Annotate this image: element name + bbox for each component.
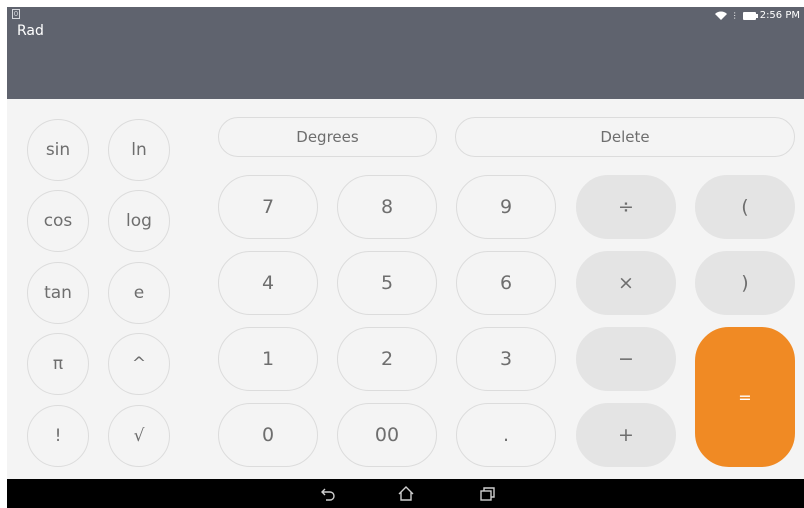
digit-3-button[interactable]: 3	[456, 327, 556, 391]
angle-mode-indicator: Rad	[17, 23, 44, 39]
signal-dots-icon: ⋮	[730, 11, 739, 20]
sqrt-button[interactable]: √	[108, 405, 170, 467]
plus-button[interactable]: +	[576, 403, 676, 467]
delete-button[interactable]: Delete	[455, 117, 795, 157]
home-icon[interactable]	[391, 479, 421, 508]
keypad: sin cos tan π ! ln log e ^ √ Degrees Del…	[7, 99, 804, 479]
digit-4-button[interactable]: 4	[218, 251, 318, 315]
digit-2-button[interactable]: 2	[337, 327, 437, 391]
recent-apps-icon[interactable]	[472, 479, 502, 508]
digit-0-button[interactable]: 0	[218, 403, 318, 467]
pi-button[interactable]: π	[27, 333, 89, 395]
decimal-point-button[interactable]: .	[456, 403, 556, 467]
equals-button[interactable]: =	[695, 327, 795, 467]
log-button[interactable]: log	[108, 190, 170, 252]
double-zero-button[interactable]: 00	[337, 403, 437, 467]
calculator-app: 0 ⋮ 2:56 PM Rad sin cos tan π ! ln log e…	[7, 7, 804, 508]
degrees-button[interactable]: Degrees	[218, 117, 437, 157]
sin-button[interactable]: sin	[27, 119, 89, 181]
wifi-icon	[714, 11, 727, 20]
digit-8-button[interactable]: 8	[337, 175, 437, 239]
factorial-button[interactable]: !	[27, 405, 89, 467]
power-button[interactable]: ^	[108, 333, 170, 395]
minus-button[interactable]: −	[576, 327, 676, 391]
back-icon[interactable]	[313, 479, 343, 508]
digit-9-button[interactable]: 9	[456, 175, 556, 239]
cos-button[interactable]: cos	[27, 190, 89, 252]
tan-button[interactable]: tan	[27, 262, 89, 324]
digit-1-button[interactable]: 1	[218, 327, 318, 391]
digit-6-button[interactable]: 6	[456, 251, 556, 315]
battery-icon	[742, 11, 758, 20]
system-navigation-bar	[7, 479, 804, 508]
digit-7-button[interactable]: 7	[218, 175, 318, 239]
status-indicators: ⋮ 2:56 PM	[714, 10, 800, 21]
multiply-button[interactable]: ×	[576, 251, 676, 315]
ln-button[interactable]: ln	[108, 119, 170, 181]
sim-card-icon: 0	[12, 9, 20, 19]
display-area: 0 ⋮ 2:56 PM Rad	[7, 7, 804, 99]
divide-button[interactable]: ÷	[576, 175, 676, 239]
e-button[interactable]: e	[108, 262, 170, 324]
digit-5-button[interactable]: 5	[337, 251, 437, 315]
left-paren-button[interactable]: (	[695, 175, 795, 239]
status-time: 2:56 PM	[759, 10, 800, 21]
right-paren-button[interactable]: )	[695, 251, 795, 315]
